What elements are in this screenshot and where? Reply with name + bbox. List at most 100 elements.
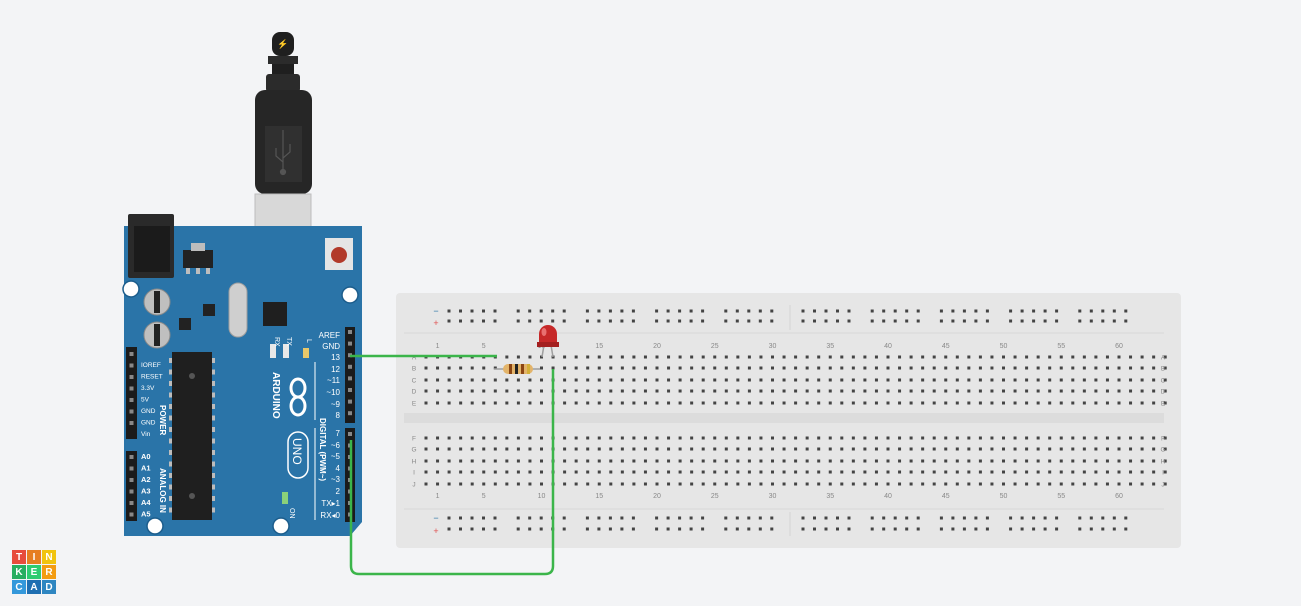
digital-pin-label: ~6 xyxy=(331,441,341,450)
logo-letter: T xyxy=(12,550,26,564)
column-number: 25 xyxy=(711,493,719,500)
row-letter: F xyxy=(1161,436,1165,443)
digital-pin-label: GND xyxy=(322,342,340,351)
row-letter: I xyxy=(1162,470,1164,477)
digital-pin-label: 12 xyxy=(331,365,340,374)
breadboard[interactable]: 1155101015152020252530303535404045455050… xyxy=(396,293,1181,548)
rail-minus-label: − xyxy=(433,306,438,316)
svg-text:UNO: UNO xyxy=(290,438,304,465)
column-number: 25 xyxy=(711,343,719,350)
column-number: 15 xyxy=(595,493,603,500)
arduino-uno-board[interactable]: RX TX L ON ARDUINO UNO AREF GND 13 12 ~11 ~10… xyxy=(122,214,362,536)
column-number: 35 xyxy=(826,493,834,500)
column-number: 55 xyxy=(1057,493,1065,500)
power-pin-label: Vin xyxy=(141,431,151,438)
column-number: 5 xyxy=(482,343,486,350)
tinkercad-logo: TIN KER CAD xyxy=(12,550,56,594)
column-number: 55 xyxy=(1057,343,1065,350)
logo-letter: I xyxy=(27,550,41,564)
column-number: 50 xyxy=(1000,493,1008,500)
column-number: 60 xyxy=(1115,493,1123,500)
column-number: 40 xyxy=(884,493,892,500)
rail-plus-label: + xyxy=(433,318,438,328)
circuit-canvas[interactable]: ⚡ RX TX L ON ARDUINO UNO AREFGND1312~11~… xyxy=(0,0,1301,606)
column-number: 40 xyxy=(884,343,892,350)
column-number: 10 xyxy=(538,493,546,500)
power-pin-label: 3.3V xyxy=(141,385,155,392)
analog-pin-label: A2 xyxy=(141,475,151,484)
column-number: 5 xyxy=(482,493,486,500)
row-letter: C xyxy=(1161,378,1166,385)
column-number: 50 xyxy=(1000,343,1008,350)
row-letter: H xyxy=(1161,459,1166,466)
logo-letter: C xyxy=(12,580,26,594)
power-pin-label: RESET xyxy=(141,374,163,381)
column-number: 15 xyxy=(595,343,603,350)
digital-pin-label: 7 xyxy=(336,429,341,438)
analog-pin-label: A5 xyxy=(141,510,151,519)
column-number: 30 xyxy=(769,493,777,500)
power-pin-label: IOREF xyxy=(141,362,161,369)
row-letter: G xyxy=(1160,447,1165,454)
column-number: 20 xyxy=(653,343,661,350)
column-number: 1 xyxy=(436,493,440,500)
analog-pin-label: A3 xyxy=(141,487,151,496)
row-letter: B xyxy=(412,366,416,373)
l-led-label: L xyxy=(305,339,312,343)
analog-pin-label: A0 xyxy=(141,452,151,461)
column-number: 45 xyxy=(942,493,950,500)
power-pin-label: GND xyxy=(141,408,156,415)
row-letter: B xyxy=(1161,366,1165,373)
logo-letter: E xyxy=(27,565,41,579)
digital-pin-label: 4 xyxy=(336,464,341,473)
row-letter: E xyxy=(412,401,417,408)
column-number: 30 xyxy=(769,343,777,350)
row-letter: A xyxy=(1161,355,1166,362)
row-letter: D xyxy=(412,389,417,396)
digital-pin-label: ~5 xyxy=(331,452,341,461)
tx-led-label: TX xyxy=(285,337,292,346)
digital-pin-label: 8 xyxy=(336,411,341,420)
logo-letter: A xyxy=(27,580,41,594)
row-letter: E xyxy=(1161,401,1166,408)
digital-pin-label: RX◂0 xyxy=(320,511,340,520)
logo-letter: K xyxy=(12,565,26,579)
digital-header-title: DIGITAL (PWM~) xyxy=(318,418,327,481)
analog-header[interactable] xyxy=(126,451,137,521)
row-letter: J xyxy=(1161,482,1164,489)
digital-pin-label: ~3 xyxy=(331,475,341,484)
rx-led-label: RX xyxy=(273,337,280,347)
logo-letter: N xyxy=(42,550,56,564)
digital-pin-label: 13 xyxy=(331,353,340,362)
rail-minus-label: − xyxy=(433,513,438,523)
column-number: 45 xyxy=(942,343,950,350)
row-letter: F xyxy=(412,436,416,443)
digital-pin-label: AREF xyxy=(319,331,340,340)
digital-pin-label: ~11 xyxy=(327,376,341,385)
rail-plus-label: + xyxy=(433,526,438,536)
analog-pin-label: A1 xyxy=(141,464,151,473)
column-number: 1 xyxy=(436,343,440,350)
digital-pin-label: 2 xyxy=(336,487,341,496)
digital-pin-label: ~9 xyxy=(331,400,341,409)
column-number: 60 xyxy=(1115,343,1123,350)
column-number: 35 xyxy=(826,343,834,350)
digital-pin-label: ~10 xyxy=(326,388,340,397)
power-pin-label: GND xyxy=(141,420,156,427)
row-letter: C xyxy=(412,378,417,385)
column-number: 20 xyxy=(653,493,661,500)
analog-title: ANALOG IN xyxy=(158,468,167,513)
row-letter: G xyxy=(411,447,416,454)
logo-letter: D xyxy=(42,580,56,594)
power-header[interactable] xyxy=(126,347,137,439)
row-letter: D xyxy=(1161,389,1166,396)
digital-header-top[interactable] xyxy=(345,327,355,423)
row-letter: H xyxy=(412,459,417,466)
digital-pin-label: TX▸1 xyxy=(321,499,340,508)
brand-label: ARDUINO xyxy=(270,372,281,419)
row-letter: I xyxy=(413,470,415,477)
on-led-label: ON xyxy=(288,508,295,519)
row-letter: J xyxy=(412,482,415,489)
analog-pin-label: A4 xyxy=(141,498,151,507)
lightning-icon: ⚡ xyxy=(277,38,288,50)
